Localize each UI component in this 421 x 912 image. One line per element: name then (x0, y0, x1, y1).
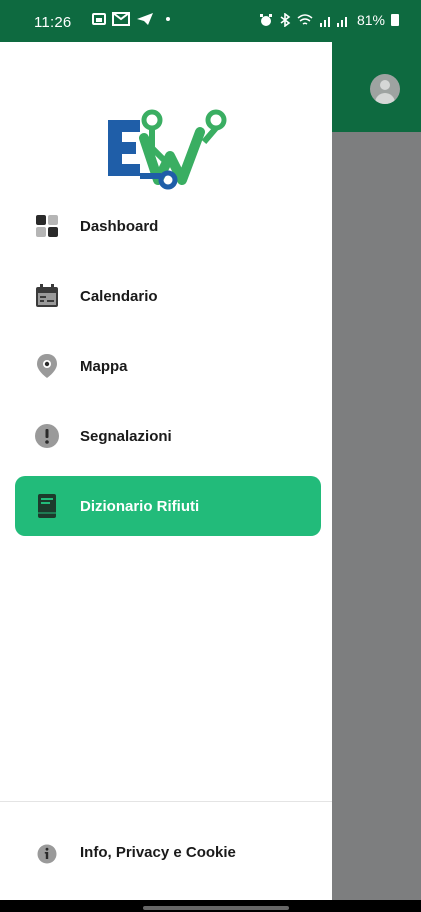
footer-label: Info, Privacy e Cookie (80, 844, 236, 861)
menu-item-label: Calendario (80, 287, 158, 305)
app-logo (108, 109, 227, 190)
app-bar (332, 42, 421, 132)
menu-item-dizionario-rifiuti[interactable]: Dizionario Rifiuti (15, 476, 321, 536)
menu-item-calendario[interactable]: Calendario (15, 266, 321, 326)
alert-icon (35, 424, 59, 448)
menu-item-info-privacy[interactable]: Info, Privacy e Cookie (15, 824, 321, 884)
book-icon (38, 494, 56, 518)
info-icon (37, 844, 57, 864)
dot-icon (166, 17, 170, 21)
system-icons: 81% (259, 12, 399, 28)
menu-item-label: Segnalazioni (80, 427, 172, 445)
menu-item-label: Mappa (80, 357, 128, 375)
profile-avatar-icon[interactable] (370, 74, 400, 104)
home-gesture-handle[interactable] (143, 906, 289, 910)
bluetooth-icon (280, 13, 291, 27)
gmail-notification-icon (112, 12, 130, 26)
menu-item-mappa[interactable]: Mappa (15, 336, 321, 396)
menu-item-dashboard[interactable]: Dashboard (15, 196, 321, 256)
map-pin-icon (37, 354, 57, 378)
alarm-icon (259, 14, 272, 26)
wifi-icon (297, 14, 313, 25)
drawer-scrim[interactable] (332, 132, 421, 900)
navigation-drawer: Dashboard Calendario Mappa Segnalazioni … (0, 42, 332, 900)
signal-icon (319, 17, 347, 27)
calendar-icon (36, 284, 58, 307)
notification-icons (92, 12, 170, 26)
telegram-notification-icon (137, 13, 153, 25)
grid-icon (36, 215, 58, 237)
system-nav-bar (0, 900, 421, 912)
drawer-divider (0, 801, 332, 802)
menu-item-label: Dizionario Rifiuti (80, 497, 200, 515)
battery-icon (391, 14, 399, 26)
status-time: 11:26 (34, 14, 72, 31)
menu-item-label: Dashboard (80, 217, 159, 235)
menu-item-segnalazioni[interactable]: Segnalazioni (15, 406, 321, 466)
status-bar: 11:26 81% (0, 0, 421, 42)
gallery-notification-icon (92, 13, 106, 25)
battery-percent: 81% (356, 12, 385, 28)
